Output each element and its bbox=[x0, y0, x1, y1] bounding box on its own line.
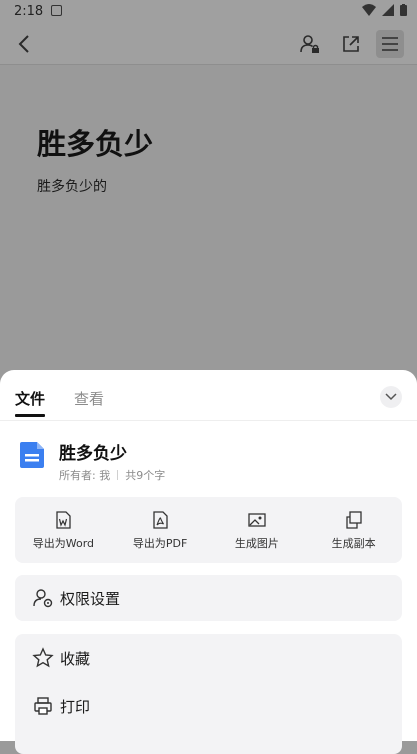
status-time: 2:18 bbox=[14, 4, 44, 19]
more-options-card: 收藏 打印 bbox=[15, 634, 402, 754]
export-pdf-label: 导出为PDF bbox=[132, 537, 188, 550]
print-label: 打印 bbox=[60, 697, 91, 716]
share-permission-button[interactable] bbox=[296, 30, 324, 58]
action-grid: 导出为Word 导出为PDF 生成图片 生成副本 bbox=[15, 497, 402, 563]
system-icons bbox=[362, 4, 407, 16]
meta-divider bbox=[117, 470, 119, 480]
favorite-item[interactable]: 收藏 bbox=[15, 635, 402, 681]
sheet-tabs: 文件 查看 bbox=[0, 370, 417, 421]
export-pdf-button[interactable]: 导出为PDF bbox=[112, 497, 209, 563]
export-word-icon bbox=[56, 511, 72, 529]
permission-card: 权限设置 bbox=[15, 575, 402, 621]
user-lock-icon bbox=[300, 35, 319, 53]
back-arrow-icon bbox=[18, 35, 29, 53]
export-pdf-icon bbox=[153, 511, 168, 529]
back-button[interactable] bbox=[10, 30, 38, 58]
chevron-down-icon bbox=[385, 393, 397, 401]
export-word-button[interactable]: 导出为Word bbox=[15, 497, 112, 563]
file-name: 胜多负少 bbox=[59, 444, 127, 464]
file-word-count: 共9个字 bbox=[125, 469, 166, 482]
wifi-icon bbox=[362, 4, 376, 16]
signal-icon bbox=[382, 4, 394, 16]
printer-icon bbox=[30, 693, 56, 719]
status-bar: 2:18 bbox=[0, 0, 417, 24]
image-icon bbox=[248, 513, 266, 527]
notification-icon bbox=[51, 5, 62, 16]
top-app-bar bbox=[0, 24, 417, 65]
menu-button[interactable] bbox=[376, 30, 404, 58]
permission-settings-label: 权限设置 bbox=[60, 589, 121, 608]
generate-image-button[interactable]: 生成图片 bbox=[209, 497, 306, 563]
collapse-button[interactable] bbox=[380, 386, 402, 408]
user-settings-icon bbox=[30, 585, 56, 611]
file-meta: 所有者: 我 共9个字 bbox=[59, 467, 165, 483]
document-file-icon bbox=[20, 442, 44, 468]
star-icon bbox=[30, 645, 56, 671]
copy-icon bbox=[345, 511, 362, 529]
export-word-label: 导出为Word bbox=[32, 537, 95, 550]
bottom-sheet: 文件 查看 胜多负少 所有者: 我 共9个字 导出为Word 导出为PDF 生成… bbox=[0, 370, 417, 754]
document-content: 胜多负少 胜多负少的 bbox=[0, 65, 417, 375]
battery-icon bbox=[400, 4, 407, 16]
make-copy-button[interactable]: 生成副本 bbox=[305, 497, 402, 563]
share-button[interactable] bbox=[337, 30, 365, 58]
generate-image-label: 生成图片 bbox=[234, 537, 279, 550]
hamburger-icon bbox=[382, 37, 398, 51]
print-item[interactable]: 打印 bbox=[15, 683, 402, 729]
favorite-label: 收藏 bbox=[60, 649, 91, 668]
permission-settings-item[interactable]: 权限设置 bbox=[15, 575, 402, 621]
file-info: 胜多负少 所有者: 我 共9个字 bbox=[0, 432, 417, 488]
document-body: 胜多负少的 bbox=[37, 179, 107, 195]
tab-file[interactable]: 文件 bbox=[15, 388, 46, 417]
tab-view[interactable]: 查看 bbox=[74, 388, 104, 409]
external-share-icon bbox=[343, 36, 359, 52]
make-copy-label: 生成副本 bbox=[331, 537, 376, 550]
file-owner: 所有者: 我 bbox=[59, 469, 111, 482]
document-title: 胜多负少 bbox=[37, 127, 154, 161]
